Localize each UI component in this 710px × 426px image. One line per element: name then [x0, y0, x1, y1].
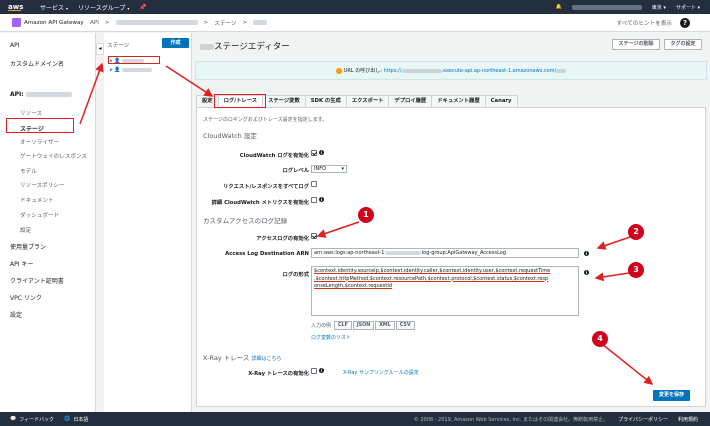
- annotation-arrows: [79, 62, 654, 385]
- annotation-marker-2: 2: [628, 224, 644, 240]
- annotation-marker-3: 3: [628, 262, 644, 278]
- annotation-marker-4: 4: [592, 331, 608, 347]
- annotation-marker-1: 1: [358, 207, 374, 223]
